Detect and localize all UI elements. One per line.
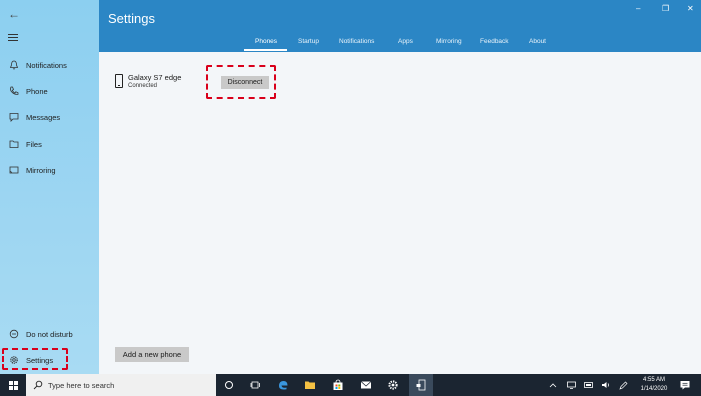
- sidebar-item-do-not-disturb[interactable]: Do not disturb: [0, 324, 99, 344]
- your-phone-app-icon[interactable]: [409, 374, 433, 396]
- sidebar-item-mirroring[interactable]: Mirroring: [0, 160, 99, 180]
- phone-status: Connected: [128, 83, 158, 89]
- sidebar-item-label: Files: [26, 139, 42, 149]
- sidebar-item-label: Messages: [26, 112, 61, 122]
- sidebar-item-label: Mirroring: [26, 165, 56, 175]
- smartphone-icon: [115, 74, 123, 88]
- windows-logo-icon: [8, 380, 18, 390]
- page-title: Settings: [108, 11, 155, 26]
- mail-icon[interactable]: [354, 374, 378, 396]
- tab-about[interactable]: About: [529, 38, 546, 45]
- sidebar-item-phone[interactable]: Phone: [0, 81, 99, 101]
- cast-icon: [9, 165, 19, 175]
- sidebar-item-messages[interactable]: Messages: [0, 107, 99, 127]
- system-clock[interactable]: 4:55 AM 1/14/2020: [632, 376, 676, 394]
- do-not-disturb-icon: [9, 329, 19, 339]
- file-explorer-icon[interactable]: [298, 374, 322, 396]
- sidebar-item-files[interactable]: Files: [0, 134, 99, 154]
- main-content: Galaxy S7 edge Connected Disconnect Add …: [99, 52, 701, 374]
- settings-highlight-box: [2, 348, 68, 370]
- sidebar-item-label: Notifications: [26, 60, 67, 70]
- tab-apps[interactable]: Apps: [398, 38, 413, 45]
- sidebar: ← Notifications Phone Messages Files Mir…: [0, 0, 99, 374]
- sidebar-item-label: Do not disturb: [26, 329, 73, 339]
- message-icon: [9, 112, 19, 122]
- network-icon[interactable]: [567, 374, 576, 396]
- back-arrow-icon[interactable]: ←: [8, 7, 22, 21]
- action-center-icon[interactable]: [679, 379, 691, 391]
- tray-chevron-up-icon[interactable]: [549, 374, 557, 396]
- folder-icon: [9, 139, 19, 149]
- store-icon[interactable]: [326, 374, 350, 396]
- volume-icon[interactable]: [601, 374, 611, 396]
- phone-handset-icon: [9, 86, 19, 96]
- header: Settings – ❐ ✕ Phones Startup Notificati…: [99, 0, 701, 52]
- pen-ink-icon[interactable]: [619, 374, 628, 396]
- edge-browser-icon[interactable]: [271, 374, 295, 396]
- hamburger-menu-icon[interactable]: [8, 34, 18, 42]
- tab-startup[interactable]: Startup: [298, 38, 319, 45]
- add-new-phone-button[interactable]: Add a new phone: [115, 347, 189, 362]
- close-button[interactable]: ✕: [687, 4, 694, 13]
- taskbar: Type here to search 4:55 AM 1/14/2020: [0, 374, 701, 396]
- task-view-icon[interactable]: [243, 374, 267, 396]
- start-button[interactable]: [0, 374, 26, 396]
- tab-notifications[interactable]: Notifications: [339, 38, 374, 45]
- minimize-button[interactable]: –: [636, 4, 640, 13]
- tab-phones[interactable]: Phones: [255, 38, 277, 45]
- battery-icon[interactable]: [584, 374, 594, 396]
- disconnect-highlight-box: [206, 65, 276, 99]
- active-tab-indicator: [244, 49, 287, 51]
- sidebar-item-notifications[interactable]: Notifications: [0, 55, 99, 75]
- cortana-icon[interactable]: [217, 374, 241, 396]
- maximize-button[interactable]: ❐: [662, 4, 669, 13]
- bell-icon: [9, 60, 19, 70]
- search-icon: [33, 380, 43, 390]
- search-placeholder: Type here to search: [48, 380, 115, 390]
- tab-feedback[interactable]: Feedback: [480, 38, 509, 45]
- clock-time: 4:55 AM: [642, 377, 665, 383]
- settings-gear-icon[interactable]: [381, 374, 405, 396]
- clock-date: 1/14/2020: [640, 386, 668, 392]
- taskbar-search-box[interactable]: Type here to search: [26, 374, 216, 396]
- tab-mirroring[interactable]: Mirroring: [436, 38, 462, 45]
- sidebar-item-label: Phone: [26, 86, 48, 96]
- settings-tabs: Phones Startup Notifications Apps Mirror…: [99, 38, 701, 50]
- phone-name: Galaxy S7 edge: [128, 73, 182, 82]
